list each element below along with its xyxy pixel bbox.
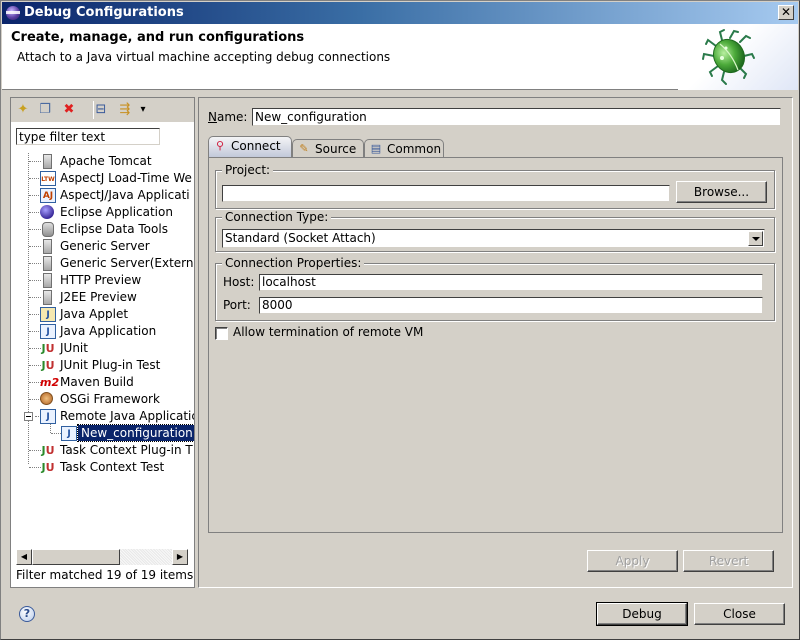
bug-icon bbox=[702, 29, 755, 85]
allow-termination-label[interactable]: Allow termination of remote VM bbox=[233, 325, 423, 339]
tree-item-http-preview[interactable]: HTTP Preview bbox=[11, 272, 194, 289]
dialog-banner: Create, manage, and run configurations A… bbox=[2, 24, 798, 90]
debug-button[interactable]: Debug bbox=[596, 602, 688, 626]
task-context-plugin-icon: JU bbox=[41, 444, 55, 457]
duplicate-icon[interactable]: ❐ bbox=[37, 102, 53, 118]
filter-status: Filter matched 19 of 19 items bbox=[16, 568, 194, 582]
java-application-icon: J bbox=[40, 324, 56, 339]
connect-icon: ⚲ bbox=[215, 139, 225, 152]
apply-button[interactable]: Apply bbox=[587, 550, 678, 572]
tree-item-osgi-framework[interactable]: OSGi Framework bbox=[11, 391, 194, 408]
tab-bar: ⚲ Connect ✎ Source ▤ Common bbox=[208, 136, 783, 158]
tree-item-junit[interactable]: JU JUnit bbox=[11, 340, 194, 357]
junit-plugin-icon: JU bbox=[41, 359, 55, 372]
project-input[interactable] bbox=[222, 185, 670, 202]
database-icon bbox=[42, 222, 54, 237]
scroll-left-icon[interactable]: ◀ bbox=[16, 549, 32, 565]
remote-java-icon: J bbox=[40, 409, 56, 424]
tree-item-j2ee-preview[interactable]: J2EE Preview bbox=[11, 289, 194, 306]
horizontal-scrollbar[interactable]: ◀ ▶ bbox=[16, 549, 188, 565]
maven-icon: m2 bbox=[40, 376, 60, 389]
new-config-icon[interactable]: ✦ bbox=[15, 102, 31, 118]
osgi-icon bbox=[40, 392, 53, 405]
collapse-all-icon[interactable]: ⊟ bbox=[93, 102, 109, 118]
source-icon: ✎ bbox=[299, 142, 309, 155]
tree-item-junit-plugin-test[interactable]: JU JUnit Plug-in Test bbox=[11, 357, 194, 374]
project-label: Project: bbox=[222, 163, 274, 177]
tab-source[interactable]: ✎ Source bbox=[292, 139, 364, 158]
connection-type-select[interactable]: Standard (Socket Attach) bbox=[222, 229, 765, 248]
close-button[interactable]: Close bbox=[694, 603, 785, 625]
tree-item-maven-build[interactable]: m2 Maven Build bbox=[11, 374, 194, 391]
help-icon[interactable]: ? bbox=[19, 606, 35, 622]
tree-item-task-context-plugin-test[interactable]: JU Task Context Plug-in T bbox=[11, 442, 194, 459]
filter-icon[interactable]: ⇶ bbox=[117, 102, 133, 118]
tree-item-generic-server[interactable]: Generic Server bbox=[11, 238, 194, 255]
tree-item-task-context-test[interactable]: JU Task Context Test bbox=[11, 459, 194, 476]
tree-item-java-applet[interactable]: J Java Applet bbox=[11, 306, 194, 323]
tree-item-eclipse-data-tools[interactable]: Eclipse Data Tools bbox=[11, 221, 194, 238]
tree-item-new-configuration[interactable]: J New_configuration bbox=[11, 424, 194, 442]
revert-button[interactable]: Revert bbox=[683, 550, 774, 572]
server-icon bbox=[43, 290, 52, 305]
connection-properties-label: Connection Properties: bbox=[222, 256, 365, 270]
browse-button[interactable]: Browse... bbox=[676, 181, 767, 203]
configuration-tree: Apache Tomcat LTW AspectJ Load-Time We A… bbox=[11, 153, 194, 553]
scroll-right-icon[interactable]: ▶ bbox=[172, 549, 188, 565]
tree-item-java-application[interactable]: J Java Application bbox=[11, 323, 194, 340]
tree-item-aspectj-ltw[interactable]: LTW AspectJ Load-Time We bbox=[11, 170, 194, 187]
collapse-icon[interactable] bbox=[24, 412, 33, 421]
allow-termination-checkbox[interactable] bbox=[215, 327, 228, 340]
remote-java-icon: J bbox=[61, 426, 77, 441]
server-icon bbox=[43, 273, 52, 288]
banner-message: Attach to a Java virtual machine accepti… bbox=[17, 50, 391, 64]
window-title: Debug Configurations bbox=[24, 5, 184, 20]
junit-icon: JU bbox=[41, 342, 55, 355]
launch-configuration-tree-panel: ✦ ❐ ✖ ⊟ ⇶ ▾ Apache Tomcat LTW AspectJ Lo… bbox=[10, 97, 195, 588]
banner-title: Create, manage, and run configurations bbox=[11, 30, 305, 45]
dropdown-icon[interactable]: ▾ bbox=[135, 102, 151, 118]
tree-item-generic-server-external[interactable]: Generic Server(Externa bbox=[11, 255, 194, 272]
connect-tab-pane: Project: Browse... Connection Type: Stan… bbox=[208, 157, 783, 533]
tree-item-apache-tomcat[interactable]: Apache Tomcat bbox=[11, 153, 194, 170]
tree-item-remote-java-application[interactable]: J Remote Java Applicatic bbox=[11, 408, 194, 425]
connection-properties-group: Connection Properties: Host: localhost P… bbox=[215, 256, 775, 321]
debug-configurations-dialog: Debug Configurations ✕ Create, manage, a… bbox=[0, 0, 800, 640]
filter-input[interactable] bbox=[16, 128, 160, 145]
tree-toolbar: ✦ ❐ ✖ ⊟ ⇶ ▾ bbox=[11, 98, 194, 122]
task-context-test-icon: JU bbox=[41, 461, 55, 474]
common-icon: ▤ bbox=[370, 142, 382, 155]
server-icon bbox=[43, 239, 52, 254]
tree-item-aspectj-java[interactable]: AJ AspectJ/Java Applicati bbox=[11, 187, 194, 204]
tab-common[interactable]: ▤ Common bbox=[364, 139, 444, 158]
connection-type-label: Connection Type: bbox=[222, 210, 332, 224]
host-input[interactable]: localhost bbox=[259, 274, 763, 291]
name-input[interactable]: New_configuration bbox=[252, 108, 781, 126]
chevron-down-icon[interactable] bbox=[748, 231, 763, 246]
eclipse-icon bbox=[40, 205, 54, 219]
port-input[interactable]: 8000 bbox=[259, 297, 763, 314]
java-applet-icon: J bbox=[40, 307, 56, 322]
tree-item-eclipse-application[interactable]: Eclipse Application bbox=[11, 204, 194, 221]
connection-type-group: Connection Type: Standard (Socket Attach… bbox=[215, 210, 775, 252]
delete-icon[interactable]: ✖ bbox=[61, 102, 77, 118]
aspectj-ltw-icon: LTW bbox=[40, 171, 56, 186]
server-icon bbox=[43, 256, 52, 271]
project-group: Project: Browse... bbox=[215, 163, 775, 209]
aspectj-icon: AJ bbox=[40, 188, 56, 203]
server-icon bbox=[43, 154, 52, 169]
configuration-editor: Name: New_configuration ⚲ Connect ✎ Sour… bbox=[198, 97, 793, 588]
scrollbar-thumb[interactable] bbox=[32, 549, 120, 565]
port-label: Port: bbox=[223, 298, 251, 312]
tab-connect[interactable]: ⚲ Connect bbox=[208, 136, 292, 158]
close-window-button[interactable]: ✕ bbox=[778, 5, 794, 20]
name-label: Name: bbox=[208, 110, 248, 124]
eclipse-icon bbox=[6, 6, 20, 20]
title-bar: Debug Configurations ✕ bbox=[2, 2, 798, 24]
host-label: Host: bbox=[223, 275, 255, 289]
